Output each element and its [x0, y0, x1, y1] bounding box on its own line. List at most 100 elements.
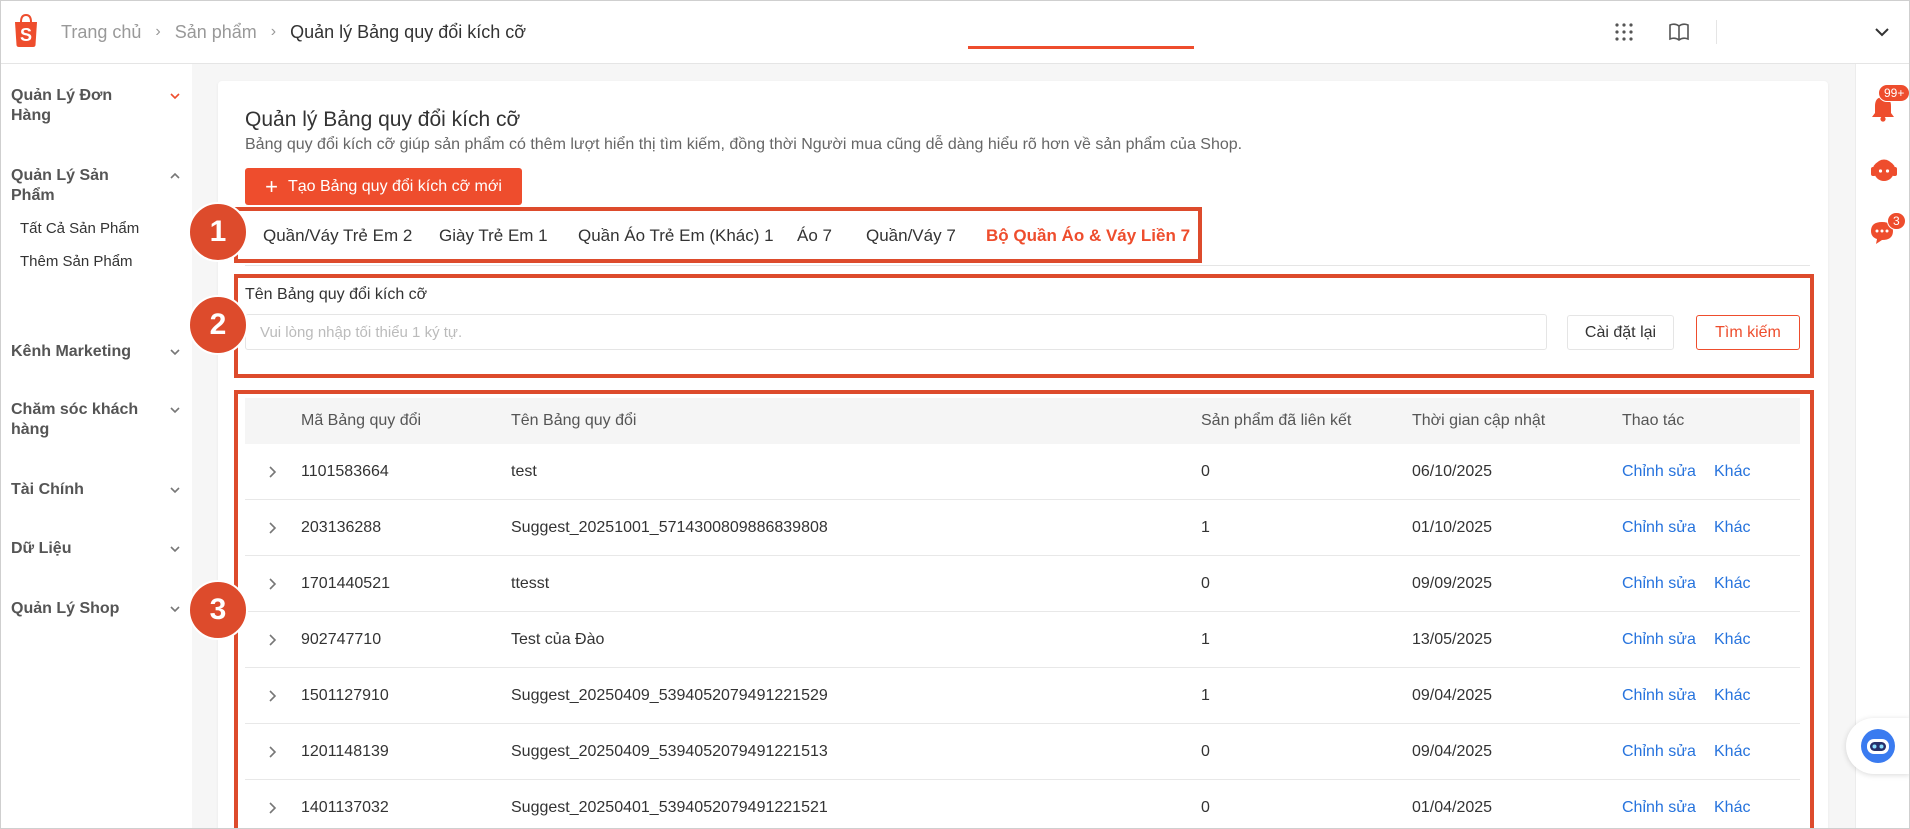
chevron-down-icon: [170, 407, 180, 414]
expand-chevron-icon[interactable]: [265, 521, 279, 535]
more-link[interactable]: Khác: [1714, 724, 1750, 780]
cell-linked: 1: [1201, 519, 1210, 536]
tab-shirts[interactable]: Áo 7: [797, 216, 832, 266]
cell-name: Suggest_20251001_5714300809886839808: [511, 519, 828, 536]
create-size-chart-button[interactable]: + Tạo Bảng quy đổi kích cỡ mới: [245, 168, 522, 205]
plus-icon: +: [265, 173, 278, 199]
expand-chevron-icon[interactable]: [265, 577, 279, 591]
sidebar-item-label: Quản Lý Sản Phẩm: [11, 167, 109, 204]
sidebar-subitem-add-product[interactable]: Thêm Sản Phẩm: [20, 253, 133, 270]
chevron-down-icon: [170, 487, 180, 494]
column-header-linked: Sản phẩm đã liên kết: [1201, 412, 1352, 429]
table-row: 902747710 Test của Đào 1 13/05/2025 Chỉnh sử…: [245, 612, 1800, 668]
chevron-right-icon: ›: [155, 23, 161, 40]
search-button[interactable]: Tìm kiếm: [1696, 315, 1800, 350]
more-link[interactable]: Khác: [1714, 780, 1750, 829]
cell-name: ttesst: [511, 575, 550, 592]
page-title: Quản lý Bảng quy đổi kích cỡ: [245, 108, 521, 131]
cell-id: 1201148139: [301, 743, 389, 760]
cell-name: test: [511, 463, 537, 480]
tab-kids-pants-skirts[interactable]: Quần/Váy Trẻ Em 2: [263, 216, 412, 266]
customer-service-icon[interactable]: [1868, 156, 1900, 186]
cell-updated: 06/10/2025: [1412, 463, 1493, 480]
sidebar-item-data[interactable]: Dữ Liệu: [11, 539, 181, 559]
sidebar-item-orders[interactable]: Quản Lý Đơn Hàng: [11, 86, 181, 126]
cell-linked: 1: [1201, 687, 1210, 704]
sidebar-subitem-all-products[interactable]: Tất Cả Sản Phẩm: [20, 220, 139, 237]
active-tab-indicator: [968, 46, 1194, 49]
svg-text:S: S: [20, 25, 32, 45]
book-icon[interactable]: [1667, 20, 1691, 44]
search-label: Tên Bảng quy đổi kích cỡ: [245, 286, 428, 303]
breadcrumb-current: Quản lý Bảng quy đổi kích cỡ: [290, 21, 527, 42]
apps-grid-icon[interactable]: [1612, 20, 1636, 44]
sidebar-item-label: Quản Lý Shop: [11, 600, 120, 617]
table-row: 1101583664 test 0 06/10/2025 Chỉnh sửa Khác: [245, 444, 1800, 500]
column-header-id: Mã Bảng quy đổi: [301, 412, 422, 429]
annotation-marker-1: 1: [188, 202, 248, 262]
cell-name: Suggest_20250409_5394052079491221513: [511, 743, 828, 760]
edit-link[interactable]: Chỉnh sửa: [1622, 500, 1696, 556]
sidebar-item-customer-care[interactable]: Chăm sóc khách hàng: [11, 400, 181, 440]
cell-id: 1401137032: [301, 799, 389, 816]
column-header-actions: Thao tác: [1622, 412, 1685, 429]
cell-linked: 0: [1201, 463, 1210, 480]
table-row: 1501127910 Suggest_20250409_5394052079491…: [245, 668, 1800, 724]
reset-button[interactable]: Cài đặt lại: [1567, 315, 1674, 350]
chevron-right-icon: ›: [270, 23, 277, 40]
chevron-down-icon[interactable]: [1870, 20, 1894, 44]
chevron-down-icon: [170, 349, 180, 356]
edit-link[interactable]: Chỉnh sửa: [1622, 444, 1696, 500]
more-link[interactable]: Khác: [1714, 668, 1750, 724]
chevron-down-icon: [170, 546, 180, 553]
cell-updated: 09/09/2025: [1412, 575, 1493, 592]
sidebar-item-label: Quản Lý Đơn Hàng: [11, 87, 113, 124]
cell-id: 902747710: [301, 631, 382, 648]
edit-link[interactable]: Chỉnh sửa: [1622, 612, 1696, 668]
tab-pants-skirts[interactable]: Quần/Váy 7: [866, 216, 956, 266]
cell-updated: 01/04/2025: [1412, 799, 1493, 816]
cell-id: 203136288: [301, 519, 382, 536]
chevron-up-icon: [170, 172, 180, 179]
tab-sets-dresses[interactable]: Bộ Quần Áo & Váy Liền 7: [986, 216, 1190, 266]
breadcrumb-home[interactable]: Trang chủ: [61, 22, 141, 43]
sidebar-item-finance[interactable]: Tài Chính: [11, 480, 181, 500]
cell-updated: 01/10/2025: [1412, 519, 1493, 536]
edit-link[interactable]: Chỉnh sửa: [1622, 780, 1696, 829]
cell-linked: 0: [1201, 743, 1210, 760]
chevron-down-icon: [170, 606, 180, 613]
cell-id: 1701440521: [301, 575, 390, 592]
more-link[interactable]: Khác: [1714, 612, 1750, 668]
more-link[interactable]: Khác: [1714, 556, 1750, 612]
breadcrumb-products[interactable]: Sản phẩm: [175, 22, 257, 43]
more-link[interactable]: Khác: [1714, 444, 1750, 500]
annotation-marker-3: 3: [188, 580, 248, 640]
table-row: 1701440521 ttesst 0 09/09/2025 Chỉnh sửa Khác: [245, 556, 1800, 612]
cell-name: Suggest_20250401_5394052079491221521: [511, 799, 828, 816]
column-header-updated: Thời gian cập nhật: [1412, 412, 1546, 429]
expand-chevron-icon[interactable]: [265, 689, 279, 703]
size-chart-name-input[interactable]: [245, 314, 1547, 350]
edit-link[interactable]: Chỉnh sửa: [1622, 724, 1696, 780]
sidebar-item-shop[interactable]: Quản Lý Shop: [11, 599, 181, 619]
sidebar-item-products[interactable]: Quản Lý Sản Phẩm: [11, 166, 181, 206]
table-header: Mã Bảng quy đổi Tên Bảng quy đổi Sản phẩ…: [245, 398, 1800, 444]
assistant-bot-button[interactable]: [1846, 718, 1910, 774]
edit-link[interactable]: Chỉnh sửa: [1622, 556, 1696, 612]
expand-chevron-icon[interactable]: [265, 633, 279, 647]
breadcrumb: Trang chủ › Sản phẩm › Quản lý Bảng quy …: [61, 0, 526, 64]
tab-kids-clothes-other[interactable]: Quần Áo Trẻ Em (Khác) 1: [578, 216, 774, 266]
cell-name: Suggest_20250409_5394052079491221529: [511, 687, 828, 704]
notification-badge: 99+: [1878, 84, 1910, 102]
expand-chevron-icon[interactable]: [265, 801, 279, 815]
expand-chevron-icon[interactable]: [265, 745, 279, 759]
robot-icon: [1861, 729, 1895, 763]
more-link[interactable]: Khác: [1714, 500, 1750, 556]
expand-chevron-icon[interactable]: [265, 465, 279, 479]
edit-link[interactable]: Chỉnh sửa: [1622, 668, 1696, 724]
shopee-logo-icon[interactable]: S: [10, 12, 42, 48]
page-subtitle: Bảng quy đổi kích cỡ giúp sản phẩm có th…: [245, 136, 1243, 153]
tab-kids-shoes[interactable]: Giày Trẻ Em 1: [439, 216, 548, 266]
sidebar-item-marketing[interactable]: Kênh Marketing: [11, 342, 181, 362]
cell-updated: 09/04/2025: [1412, 743, 1493, 760]
